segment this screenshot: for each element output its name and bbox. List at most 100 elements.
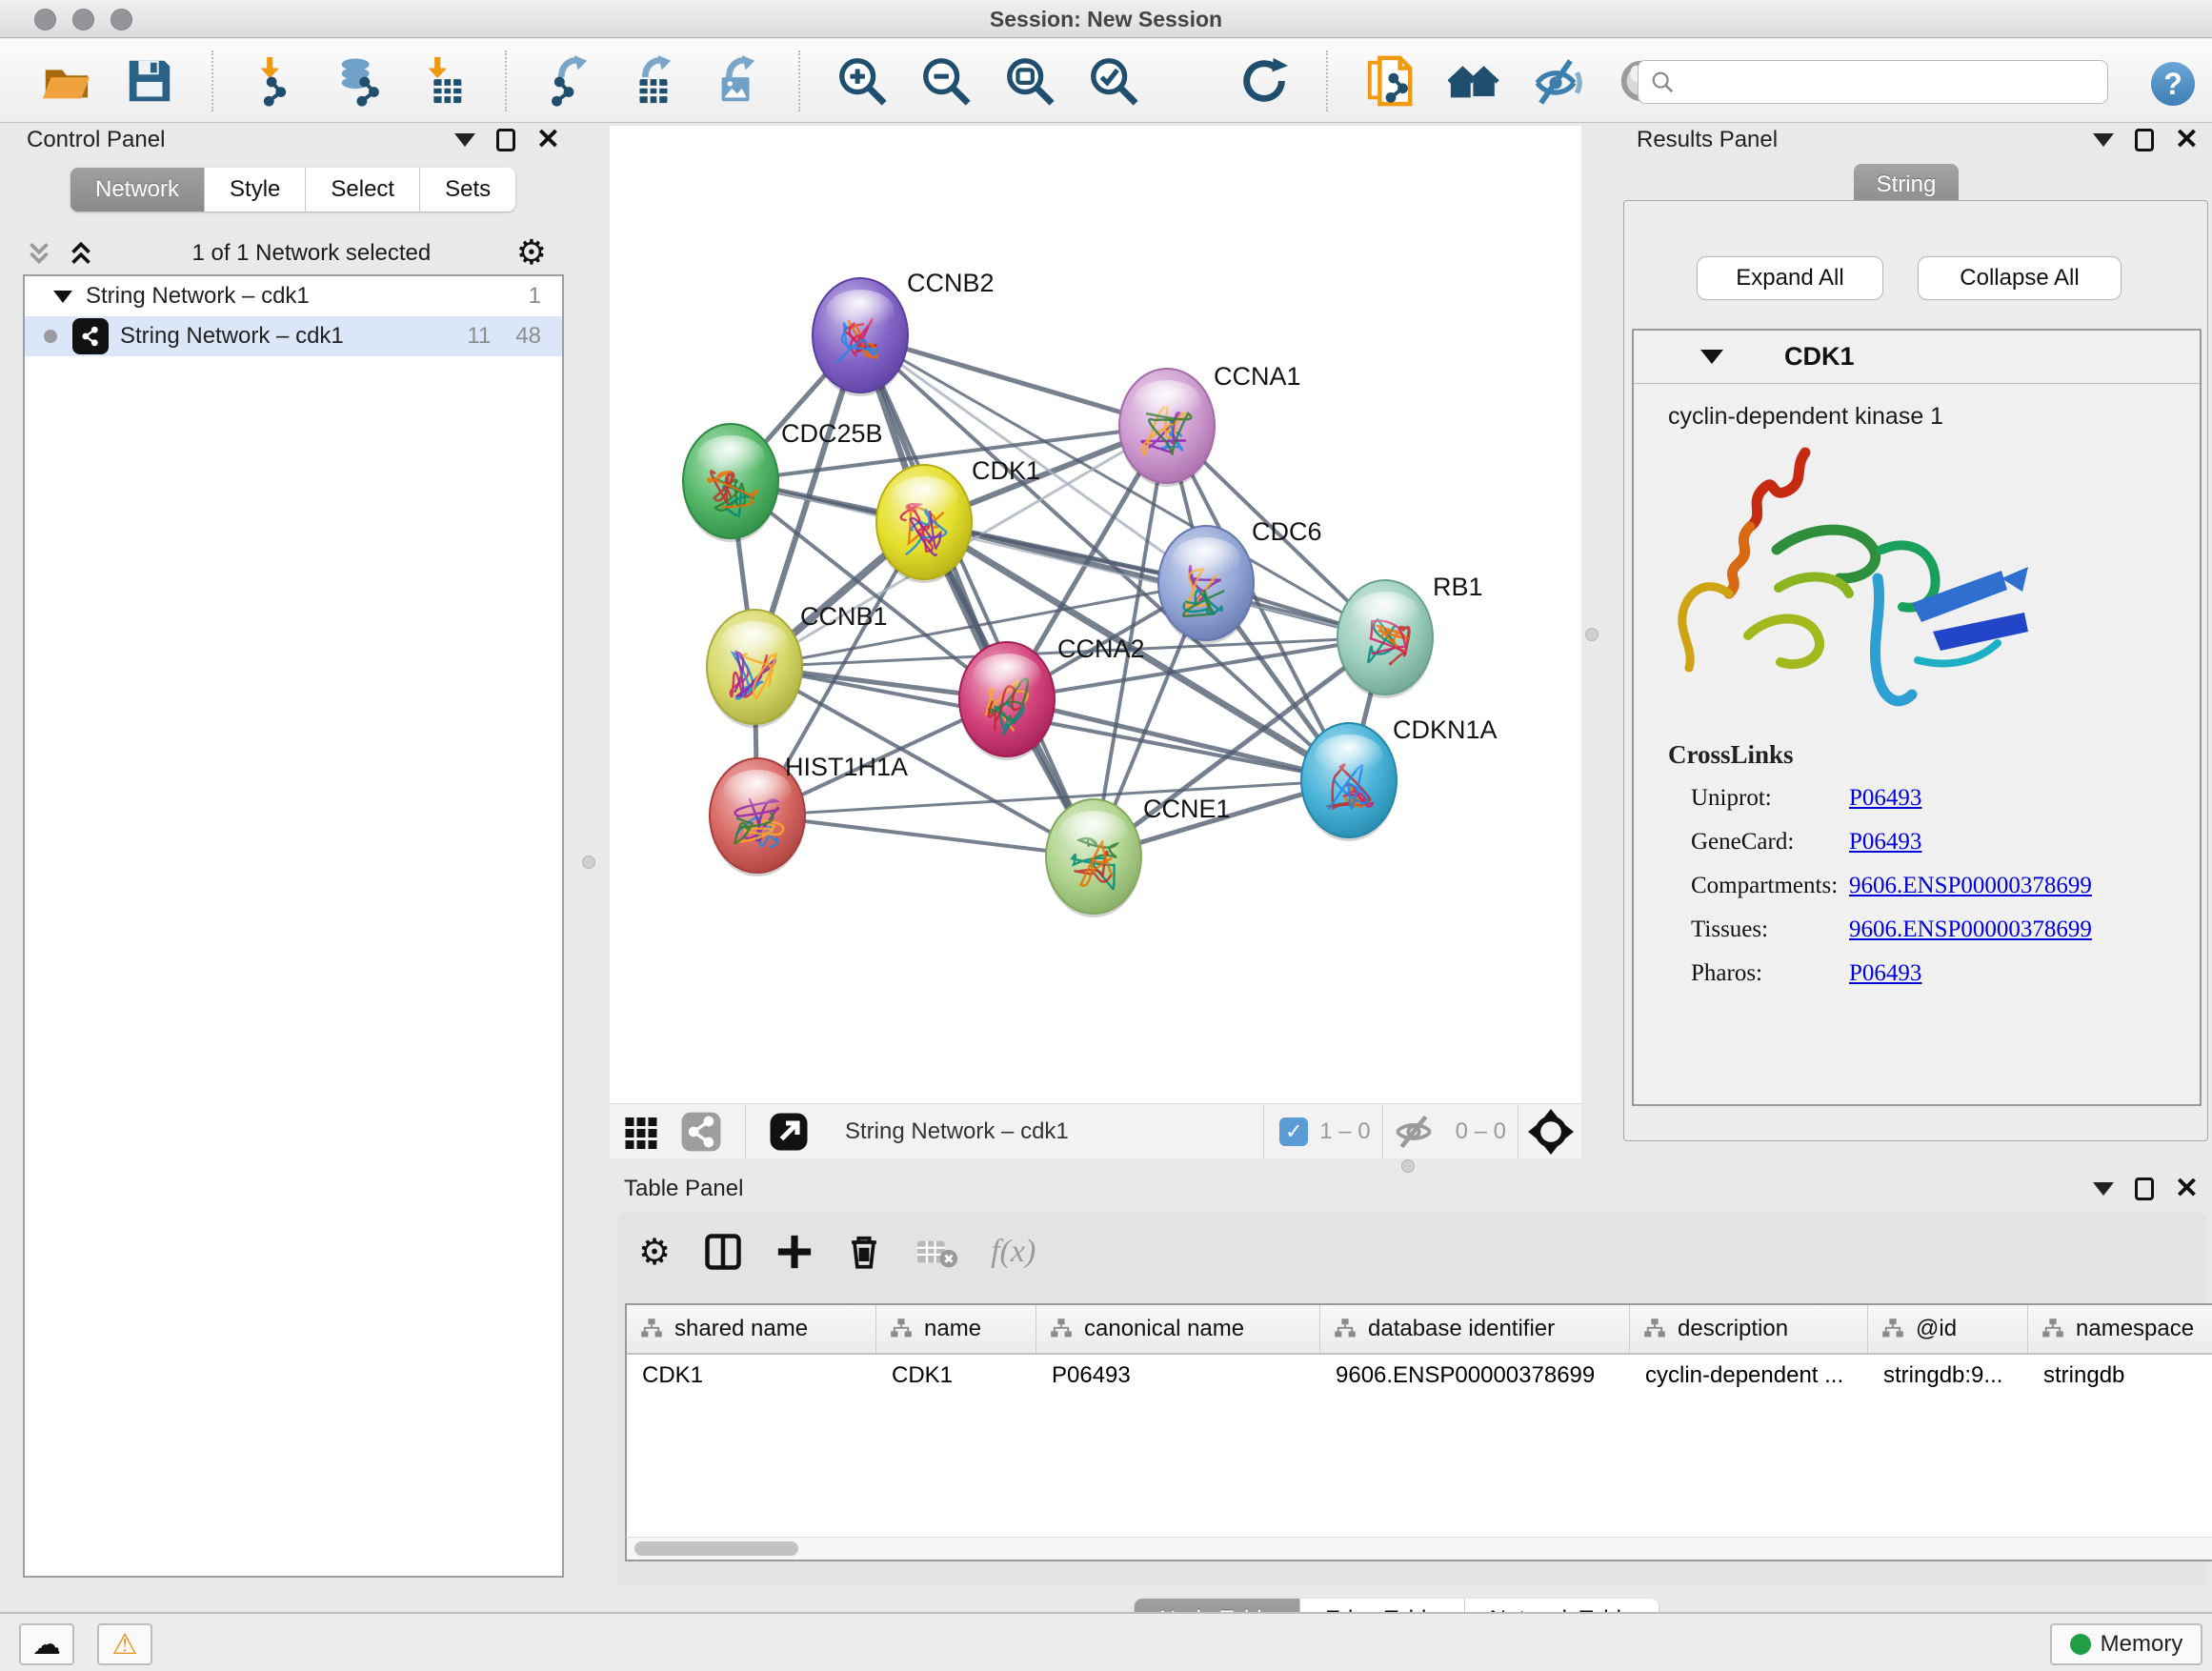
tab-sets[interactable]: Sets	[420, 168, 515, 211]
main-toolbar: ?	[0, 39, 2212, 123]
import-table-icon[interactable]	[415, 53, 471, 109]
crosslink-link[interactable]: P06493	[1849, 960, 1921, 987]
network-node[interactable]: RB1	[1337, 573, 1483, 698]
zoom-in-icon[interactable]	[835, 53, 890, 109]
column-header-name[interactable]: name	[876, 1305, 1036, 1353]
network-node[interactable]: CCNB1	[707, 602, 888, 728]
table-row[interactable]: CDK1CDK1P064939606.ENSP00000378699cyclin…	[627, 1355, 2212, 1397]
import-network-icon[interactable]	[248, 53, 303, 109]
column-header-canonicalname[interactable]: canonical name	[1036, 1305, 1320, 1353]
cloud-button[interactable]: ☁	[19, 1623, 74, 1665]
table-settings-gear-icon[interactable]: ⚙	[638, 1231, 671, 1273]
collapse-all-icon[interactable]	[23, 237, 55, 270]
collapse-all-button[interactable]: Collapse All	[1918, 256, 2122, 300]
help-button[interactable]: ?	[2151, 62, 2195, 106]
table-toolbar: ⚙ f(x) shared namenamecanonical namedata…	[617, 1212, 2206, 1585]
table-close-icon[interactable]: ✕	[2175, 1178, 2199, 1200]
home-icon[interactable]	[1446, 53, 1501, 109]
network-node[interactable]: CDC6	[1158, 517, 1322, 644]
export-table-icon[interactable]	[625, 53, 680, 109]
crosslink-row: Tissues:9606.ENSP00000378699	[1668, 916, 2092, 943]
panel-collapse-icon[interactable]	[454, 133, 475, 147]
network-collection-row[interactable]: String Network – cdk1 1	[25, 276, 562, 316]
gene-section: CDK1 cyclin-dependent kinase 1	[1632, 329, 2202, 1106]
crosslink-link[interactable]: P06493	[1849, 785, 1921, 812]
panel-close-icon[interactable]: ✕	[536, 129, 560, 151]
zoom-selected-icon[interactable]	[1086, 53, 1141, 109]
share-file-icon[interactable]	[1362, 53, 1418, 109]
crosslink-link[interactable]: 9606.ENSP00000378699	[1849, 873, 2092, 899]
column-header-id[interactable]: @id	[1868, 1305, 2028, 1353]
gene-section-header[interactable]: CDK1	[1634, 331, 2200, 384]
expand-all-button[interactable]: Expand All	[1697, 256, 1883, 300]
search-field[interactable]	[1638, 60, 2108, 104]
column-header-databaseidentifier[interactable]: database identifier	[1320, 1305, 1630, 1353]
crosslink-link[interactable]: 9606.ENSP00000378699	[1849, 916, 2092, 943]
column-header-sharedname[interactable]: shared name	[627, 1305, 876, 1353]
panel-float-icon[interactable]	[496, 129, 515, 151]
table-hscrollbar[interactable]	[625, 1537, 2212, 1561]
table-cell[interactable]: CDK1	[627, 1355, 876, 1397]
network-edge-count: 48	[515, 323, 541, 350]
network-node[interactable]: CDKN1A	[1301, 715, 1498, 841]
delete-table-icon[interactable]	[915, 1233, 958, 1271]
save-session-icon[interactable]	[122, 53, 177, 109]
hscroll-thumb[interactable]	[634, 1541, 798, 1556]
table-float-icon[interactable]	[2135, 1178, 2154, 1200]
bottom-splitter-handle[interactable]	[1401, 1159, 1415, 1173]
table-cell[interactable]: stringdb:9...	[1868, 1355, 2028, 1397]
table-cell[interactable]: stringdb	[2028, 1355, 2212, 1397]
add-column-icon[interactable]	[775, 1233, 814, 1271]
node-label: RB1	[1433, 573, 1483, 601]
apply-function-icon[interactable]: f(x)	[991, 1234, 1036, 1270]
table-cell[interactable]: CDK1	[876, 1355, 1036, 1397]
show-columns-icon[interactable]	[703, 1232, 743, 1272]
zoom-fit-icon[interactable]	[1002, 53, 1057, 109]
network-canvas[interactable]: CCNB2 CCNA1 CDC25B CDK1 CDC6 RB1	[610, 126, 1581, 1103]
column-header-description[interactable]: description	[1630, 1305, 1868, 1353]
network-node[interactable]: CCNE1	[1046, 795, 1231, 917]
network-share-icon[interactable]	[680, 1111, 722, 1153]
table-cell[interactable]: cyclin-dependent ...	[1630, 1355, 1868, 1397]
gene-collapse-icon[interactable]	[1700, 350, 1723, 364]
network-node[interactable]: HIST1H1A	[710, 753, 908, 876]
warnings-button[interactable]: ⚠	[97, 1623, 152, 1665]
table-cell[interactable]: P06493	[1036, 1355, 1320, 1397]
node-label: CCNA1	[1214, 362, 1301, 391]
table-collapse-icon[interactable]	[2093, 1182, 2114, 1196]
refresh-icon[interactable]	[1237, 53, 1292, 109]
open-in-window-icon[interactable]	[769, 1112, 809, 1152]
tab-network[interactable]: Network	[70, 168, 205, 211]
table-cell[interactable]: 9606.ENSP00000378699	[1320, 1355, 1630, 1397]
birdseye-grid-icon[interactable]	[621, 1112, 661, 1152]
memory-button[interactable]: Memory	[2050, 1623, 2202, 1665]
network-options-gear-icon[interactable]: ⚙	[516, 237, 547, 270]
network-row[interactable]: String Network – cdk1 11 48	[25, 316, 562, 356]
search-input[interactable]	[1675, 63, 2107, 101]
right-splitter-handle[interactable]	[1585, 628, 1599, 641]
left-splitter-handle[interactable]	[582, 856, 595, 869]
collection-expand-icon[interactable]	[53, 291, 72, 303]
network-node-count: 11	[467, 323, 491, 350]
export-image-icon[interactable]	[709, 53, 764, 109]
expand-all-icon[interactable]	[65, 237, 97, 270]
tab-style[interactable]: Style	[205, 168, 306, 211]
app-window: Session: New Session ? Control Panel ✕ N…	[0, 0, 2212, 1671]
crosslink-row: GeneCard:P06493	[1668, 829, 2092, 856]
network-node[interactable]: CDK1	[876, 456, 1040, 583]
zoom-out-icon[interactable]	[918, 53, 974, 109]
fit-selected-crosshair-icon[interactable]	[1528, 1109, 1574, 1155]
selected-nodes-checkbox[interactable]: ✓	[1279, 1117, 1308, 1146]
import-database-icon[interactable]	[332, 53, 387, 109]
crosslink-link[interactable]: P06493	[1849, 829, 1921, 856]
tab-select[interactable]: Select	[306, 168, 420, 211]
open-session-icon[interactable]	[38, 53, 93, 109]
network-edge[interactable]	[757, 815, 1094, 856]
delete-column-icon[interactable]	[846, 1233, 882, 1271]
results-collapse-icon[interactable]	[2093, 133, 2114, 147]
column-header-namespace[interactable]: namespace	[2028, 1305, 2212, 1353]
export-network-icon[interactable]	[541, 53, 596, 109]
hide-panel-icon[interactable]	[1530, 53, 1585, 109]
results-close-icon[interactable]: ✕	[2175, 129, 2199, 151]
results-float-icon[interactable]	[2135, 129, 2154, 151]
